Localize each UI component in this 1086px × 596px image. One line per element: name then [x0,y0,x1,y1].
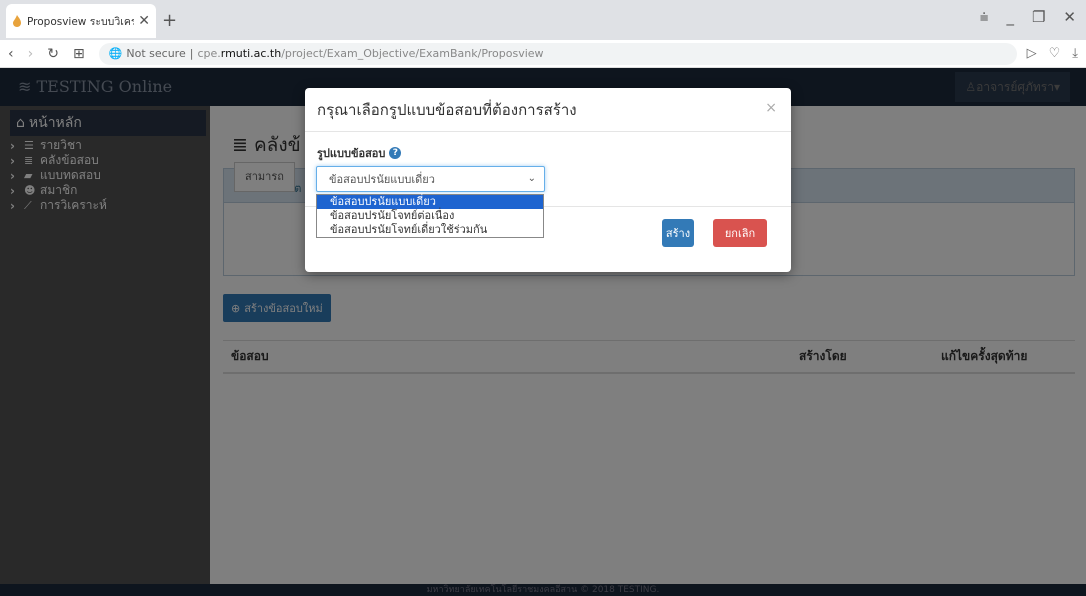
tab-close-icon[interactable]: ✕ [138,13,150,29]
option-continuous-choice[interactable]: ข้อสอบปรนัยโจทย์ต่อเนื่อง [317,209,543,223]
url-prefix: cpe. [197,47,221,60]
url-path: /project/Exam_Objective/ExamBank/Proposv… [281,47,544,60]
flame-favicon-icon [13,15,21,27]
window-controls: ⩧ _ ❐ ✕ [980,8,1076,26]
modal-title: กรุณาเลือกรูปแบบข้อสอบที่ต้องการสร้าง [317,100,577,119]
address-bar: ‹ › ↻ ⊞ 🌐 Not secure | cpe. rmuti.ac.th … [0,40,1086,68]
not-secure-label: Not secure [126,47,186,60]
forward-icon[interactable]: › [28,46,34,62]
restore-icon[interactable]: ❐ [1032,8,1045,26]
option-single-choice[interactable]: ข้อสอบปรนัยแบบเดี่ยว [317,195,543,209]
question-type-label: รูปแบบข้อสอบ ? [317,144,402,162]
chevron-down-icon: ⌄ [527,173,536,184]
help-icon[interactable]: ? [389,147,402,159]
modal-header: กรุณาเลือกรูปแบบข้อสอบที่ต้องการสร้าง [305,88,791,132]
close-window-icon[interactable]: ✕ [1063,8,1076,26]
browser-tab-bar: Proposview ระบบวิเคราะห์แ ✕ + ⩧ _ ❐ ✕ [0,0,1086,40]
back-icon[interactable]: ‹ [8,46,14,62]
new-tab-button[interactable]: + [162,10,177,31]
minimize-icon[interactable]: _ [1006,8,1014,26]
cancel-button[interactable]: ยกเลิก [713,219,767,247]
url-host: rmuti.ac.th [220,47,282,60]
globe-icon: 🌐 [108,47,123,60]
question-type-modal: กรุณาเลือกรูปแบบข้อสอบที่ต้องการสร้าง × … [305,88,791,272]
close-icon[interactable]: × [765,100,777,116]
tab-search-icon[interactable]: ⩧ [980,8,989,26]
tab-title: Proposview ระบบวิเคราะห์แ [27,15,135,28]
url-field[interactable]: 🌐 Not secure | cpe. rmuti.ac.th /project… [98,42,1017,65]
reload-icon[interactable]: ↻ [47,46,59,62]
heart-icon[interactable]: ♡ [1049,46,1061,61]
create-button[interactable]: สร้าง [662,219,694,247]
play-icon[interactable]: ▷ [1027,46,1037,61]
apps-icon[interactable]: ⊞ [73,46,85,62]
question-type-options: ข้อสอบปรนัยแบบเดี่ยว ข้อสอบปรนัยโจทย์ต่อ… [316,194,544,238]
option-shared-choice[interactable]: ข้อสอบปรนัยโจทย์เดี่ยวใช้ร่วมกัน [317,223,543,237]
question-type-select[interactable]: ข้อสอบปรนัยแบบเดี่ยว ⌄ [316,166,545,192]
browser-tab[interactable]: Proposview ระบบวิเคราะห์แ ✕ [6,4,156,38]
download-icon[interactable]: ⤓ [1072,46,1078,61]
